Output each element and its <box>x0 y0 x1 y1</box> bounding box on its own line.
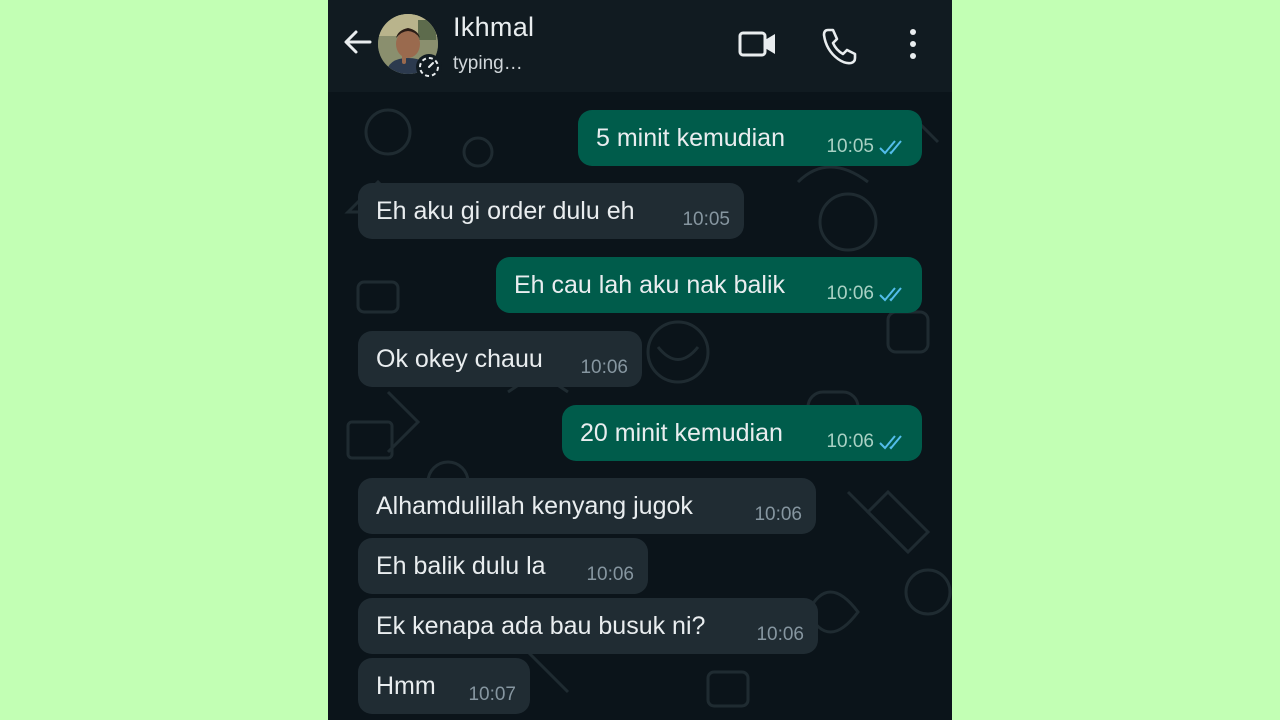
message-outgoing[interactable]: 5 minit kemudian 10:05 <box>578 110 922 166</box>
read-ticks-icon <box>879 435 902 450</box>
status-ring-icon <box>416 54 442 80</box>
message-text: 20 minit kemudian <box>580 419 783 447</box>
message-list[interactable]: 5 minit kemudian 10:05 Eh aku gi order d… <box>328 92 952 720</box>
message-text: Eh cau lah aku nak balik <box>514 271 786 299</box>
message-text: Eh balik dulu la <box>376 552 546 580</box>
video-call-icon[interactable] <box>736 24 780 68</box>
typing-status: typing… <box>453 53 523 74</box>
chat-header: Ikhmal typing… <box>328 0 952 92</box>
chat-screen: Ikhmal typing… 5 minit kemudian 10:05 Eh… <box>328 0 952 720</box>
message-time: 10:06 <box>756 624 804 645</box>
message-text: Ek kenapa ada bau busuk ni? <box>376 612 706 640</box>
message-text: Hmm <box>376 672 436 700</box>
message-text: Alhamdulillah kenyang jugok <box>376 492 693 520</box>
message-outgoing[interactable]: Eh cau lah aku nak balik 10:06 <box>496 257 922 313</box>
message-text: Ok okey chauu <box>376 345 543 373</box>
contact-name[interactable]: Ikhmal <box>453 12 534 43</box>
message-incoming[interactable]: Ek kenapa ada bau busuk ni? 10:06 <box>358 598 818 654</box>
message-time: 10:05 <box>826 136 874 157</box>
message-time: 10:06 <box>580 357 628 378</box>
message-text: Eh aku gi order dulu eh <box>376 197 635 225</box>
message-time: 10:06 <box>826 431 874 452</box>
contact-avatar[interactable] <box>378 14 442 80</box>
more-vert-icon[interactable] <box>898 24 928 68</box>
message-time: 10:06 <box>826 283 874 304</box>
message-incoming[interactable]: Hmm 10:07 <box>358 658 530 714</box>
phone-icon[interactable] <box>818 24 862 68</box>
message-incoming[interactable]: Alhamdulillah kenyang jugok 10:06 <box>358 478 816 534</box>
message-time: 10:06 <box>754 504 802 525</box>
back-arrow-icon[interactable] <box>340 24 376 60</box>
message-time: 10:05 <box>682 209 730 230</box>
message-incoming[interactable]: Eh aku gi order dulu eh 10:05 <box>358 183 744 239</box>
read-ticks-icon <box>879 140 902 155</box>
message-outgoing[interactable]: 20 minit kemudian 10:06 <box>562 405 922 461</box>
read-ticks-icon <box>879 287 902 302</box>
message-time: 10:06 <box>586 564 634 585</box>
message-time: 10:07 <box>468 684 516 705</box>
message-incoming[interactable]: Ok okey chauu 10:06 <box>358 331 642 387</box>
message-text: 5 minit kemudian <box>596 124 785 152</box>
message-incoming[interactable]: Eh balik dulu la 10:06 <box>358 538 648 594</box>
